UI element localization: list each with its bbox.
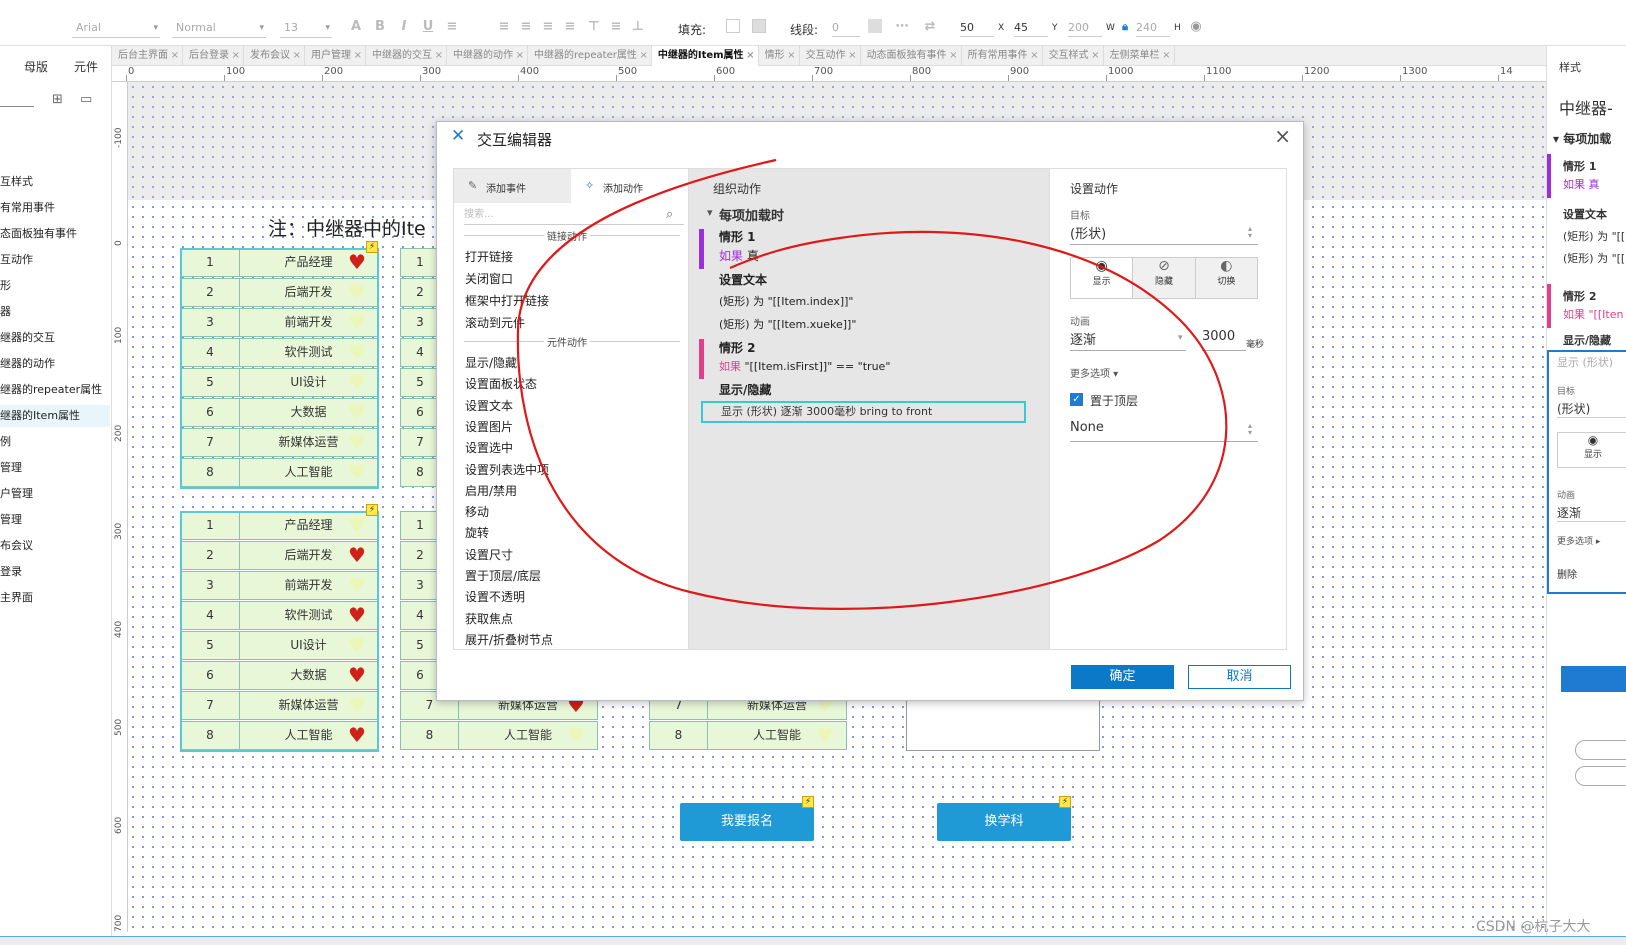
taskbar [0,936,1626,945]
red-annotation-ellipse [516,158,1228,610]
watermark: CSDN @杭子大大 [1476,919,1591,935]
